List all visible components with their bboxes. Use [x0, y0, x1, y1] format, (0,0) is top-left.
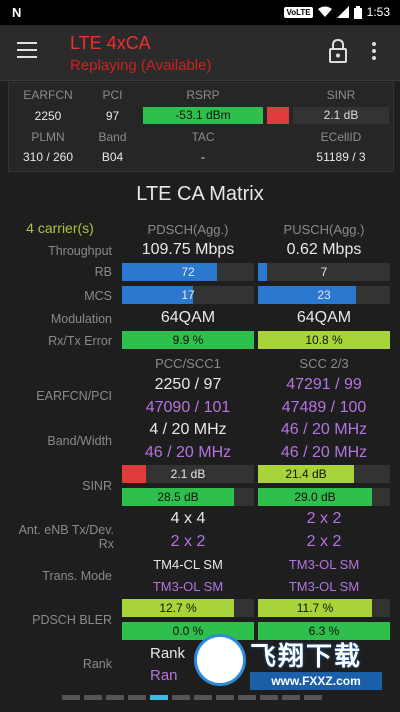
pdsch-rb-value: 72 [181, 265, 195, 279]
wifi-icon [317, 6, 332, 17]
plmn-label: PLMN [31, 130, 65, 144]
ecellid-value: 51189 / 3 [316, 150, 366, 164]
lock-icon[interactable] [328, 39, 348, 63]
page-dot[interactable] [128, 695, 146, 700]
scc2-bler-value: 11.7 % [258, 599, 372, 617]
scc3-trans-mode: TM3-OL SM [288, 579, 360, 594]
notification-icon: N [12, 5, 22, 20]
pci-value: 97 [105, 109, 120, 123]
tac-label: TAC [191, 130, 215, 144]
watermark-text: 飞翔下载 [250, 641, 363, 671]
sinr-row-label: SINR [82, 479, 112, 493]
scc2-bler-track [372, 599, 390, 617]
menu-icon[interactable] [17, 42, 37, 58]
rank-label: Rank [82, 657, 112, 671]
throughput-label: Throughput [48, 244, 112, 258]
clock: 1:53 [366, 5, 390, 19]
sinr-label: SINR [326, 88, 356, 102]
pusch-error-value: 10.8 % [258, 331, 390, 349]
pcc-bler-track [234, 599, 254, 617]
pdsch-throughput: 109.75 Mbps [141, 241, 235, 258]
battery-icon [353, 5, 362, 19]
pdsch-error-value: 9.9 % [122, 331, 254, 349]
band-label: Band [98, 130, 127, 144]
scc1-band-width: 46 / 20 MHz [144, 444, 232, 461]
pcc-antenna: 4 x 4 [170, 510, 206, 527]
trans-mode-label: Trans. Mode [42, 569, 112, 583]
page-dot[interactable] [84, 695, 102, 700]
scc1-sinr-track [234, 488, 254, 506]
sinr-value: 2.1 dB [293, 107, 389, 124]
error-label: Rx/Tx Error [48, 334, 112, 348]
band-width-label: Band/Width [47, 434, 112, 448]
pcc-earfcn-pci: 2250 / 97 [154, 376, 222, 393]
pusch-throughput: 0.62 Mbps [286, 241, 362, 258]
carrier-count: 4 carrier(s) [26, 220, 94, 236]
tac-value: - [201, 150, 205, 164]
scc2-earfcn-pci: 47291 / 99 [286, 376, 362, 393]
page-dot[interactable] [62, 695, 80, 700]
pcc-bler-value: 12.7 % [122, 599, 234, 617]
pcc-trans-mode: TM4-CL SM [153, 557, 223, 572]
pcc-sinr-value: 2.1 dB [170, 467, 206, 481]
scc2-sinr-value: 21.4 dB [258, 465, 354, 483]
page-dot-active[interactable] [150, 695, 168, 700]
scc3-earfcn-pci: 47489 / 100 [281, 399, 367, 416]
scc1-earfcn-pci: 47090 / 101 [145, 399, 231, 416]
volte-badge: VoLTE [284, 6, 313, 18]
signal-icon [336, 6, 349, 18]
scc2-antenna: 2 x 2 [306, 510, 342, 527]
more-options-icon[interactable] [370, 42, 378, 60]
scc1-trans-mode: TM3-OL SM [152, 579, 224, 594]
matrix-title: LTE CA Matrix [136, 183, 264, 205]
sinr-level-indicator [267, 107, 289, 124]
scc2-trans-mode: TM3-OL SM [288, 557, 360, 572]
antenna-label: Ant. eNB Tx/Dev. Rx [18, 523, 114, 551]
pcc-rank: Rank [150, 645, 186, 662]
scc3-antenna: 2 x 2 [306, 533, 342, 550]
rsrp-label: RSRP [186, 88, 220, 102]
watermark: 飞翔下载 www.FXXZ.com [186, 630, 386, 700]
rsrp-value: -53.1 dBm [143, 107, 263, 124]
pcc-band-width: 4 / 20 MHz [149, 421, 227, 438]
band-value: B04 [101, 150, 124, 164]
scc1-antenna: 2 x 2 [170, 533, 206, 550]
pusch-rb-value: 7 [320, 265, 328, 279]
serving-cell-panel: EARFCN PCI RSRP SINR 2250 97 -53.1 dBm 2… [8, 82, 394, 172]
pci-label: PCI [102, 88, 123, 102]
page-subtitle: Replaying (Available) [70, 57, 212, 74]
scc2-sinr-track [354, 465, 390, 483]
app-toolbar: LTE 4xCA Replaying (Available) [0, 25, 400, 81]
ecellid-label: ECellID [320, 130, 362, 144]
pdsch-mcs-value: 17 [181, 288, 195, 302]
earfcn-pci-label: EARFCN/PCI [36, 389, 112, 403]
mcs-label: MCS [84, 289, 112, 303]
pusch-header: PUSCH(Agg.) [283, 222, 365, 237]
pdsch-modulation: 64QAM [160, 309, 216, 326]
earfcn-label: EARFCN [23, 88, 73, 102]
scc3-band-width: 46 / 20 MHz [280, 444, 368, 461]
page-dot[interactable] [106, 695, 124, 700]
pusch-mcs-value: 23 [317, 288, 331, 302]
pusch-modulation: 64QAM [296, 309, 352, 326]
watermark-logo-icon [194, 634, 246, 686]
rb-label: RB [94, 265, 112, 279]
scc3-sinr-track [372, 488, 390, 506]
bler-label: PDSCH BLER [32, 613, 112, 627]
page-title: LTE 4xCA [70, 33, 151, 53]
watermark-url: www.FXXZ.com [250, 672, 382, 690]
scc2-band-width: 46 / 20 MHz [280, 421, 368, 438]
earfcn-value: 2250 [34, 109, 62, 123]
scc3-sinr-value: 29.0 dB [258, 488, 372, 506]
status-bar: N VoLTE 1:53 [0, 0, 400, 25]
pdsch-header: PDSCH(Agg.) [147, 222, 229, 237]
scc1-sinr-value: 28.5 dB [122, 488, 234, 506]
pcc-header: PCC/SCC1 [155, 356, 221, 371]
modulation-label: Modulation [50, 312, 112, 326]
plmn-value: 310 / 260 [22, 150, 74, 164]
scc1-rank: Ran [150, 667, 178, 684]
scc-header: SCC 2/3 [299, 356, 349, 371]
